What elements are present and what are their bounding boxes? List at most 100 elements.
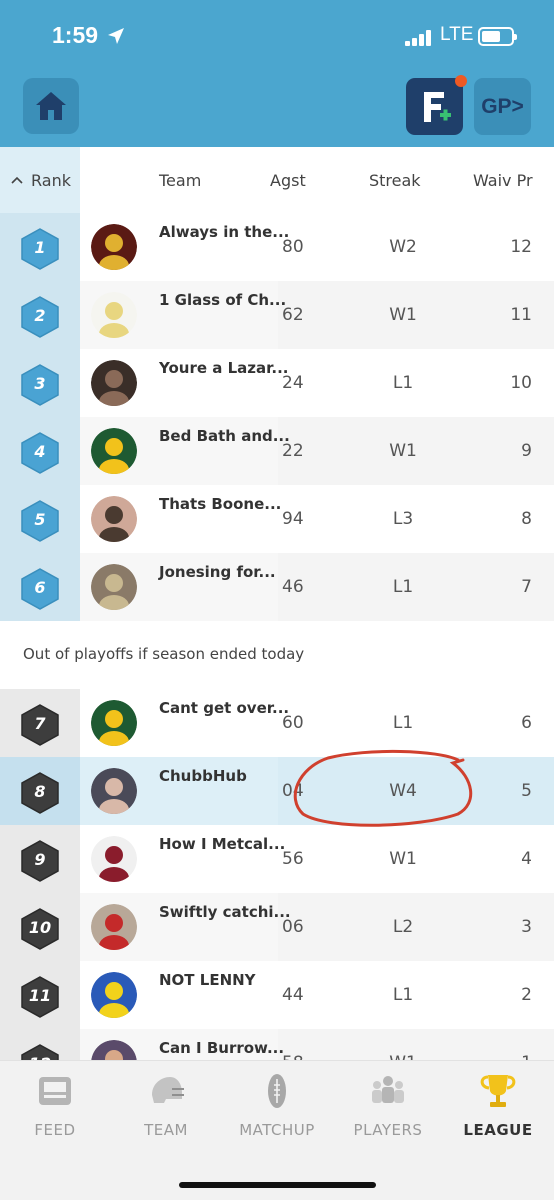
team-name: NOT LENNY	[159, 971, 256, 989]
sort-asc-icon	[11, 176, 23, 184]
header-rank[interactable]: Rank	[31, 171, 71, 190]
streak-value: W4	[389, 781, 417, 801]
team-cell[interactable]: NOT LENNY	[80, 961, 278, 1029]
waiver-priority-value: 7	[521, 577, 532, 597]
rank-number: 5	[34, 510, 46, 529]
streak-value: L1	[392, 373, 414, 393]
team-avatar	[91, 1040, 137, 1060]
rank-number: 1	[34, 238, 46, 257]
rank-cell: 4	[0, 417, 80, 485]
tab-matchup[interactable]: MATCHUP	[222, 1061, 332, 1161]
avg-value: 24	[282, 373, 304, 393]
battery-icon	[478, 27, 517, 46]
team-cell[interactable]: 1 Glass of Ch...	[80, 281, 286, 349]
tab-label: LEAGUE	[463, 1121, 533, 1139]
team-cell[interactable]: Jonesing for...	[80, 553, 278, 621]
team-avatar	[91, 904, 137, 950]
waiver-priority-value: 10	[510, 373, 532, 393]
rank-cell: 3	[0, 349, 80, 417]
table-header: Rank Team Agst Streak Waiv Pr	[0, 147, 554, 213]
fantasy-plus-button[interactable]	[406, 78, 463, 135]
team-cell[interactable]: Youre a Lazar...	[80, 349, 289, 417]
tab-league[interactable]: LEAGUE	[443, 1061, 553, 1161]
table-row[interactable]: 1 Always in the... 80 W2 12	[0, 213, 554, 281]
waiver-priority-value: 4	[521, 849, 532, 869]
header-team[interactable]: Team	[159, 171, 201, 190]
table-row[interactable]: 10 Swiftly catchi... 06 L2 3	[0, 893, 554, 961]
avg-value: 46	[282, 577, 304, 597]
home-button[interactable]	[23, 78, 79, 134]
table-row[interactable]: 4 Bed Bath and... 22 W1 9	[0, 417, 554, 485]
tab-players[interactable]: PLAYERS	[333, 1061, 443, 1161]
header-waiver[interactable]: Waiv Pr	[473, 171, 533, 190]
rank-number: 6	[34, 578, 46, 597]
tab-team[interactable]: TEAM	[111, 1061, 221, 1161]
team-avatar	[91, 360, 137, 406]
streak-value: W1	[389, 305, 417, 325]
table-row[interactable]: 2 1 Glass of Ch... 62 W1 11	[0, 281, 554, 349]
rank-cell: 2	[0, 281, 80, 349]
waiver-priority-value: 5	[521, 781, 532, 801]
team-avatar	[91, 292, 137, 338]
table-row[interactable]: 7 Cant get over... 60 L1 6	[0, 689, 554, 757]
rank-number: 10	[28, 918, 52, 937]
team-cell[interactable]: Bed Bath and...	[80, 417, 290, 485]
standings-table[interactable]: Rank Team Agst Streak Waiv Pr 1 Always in…	[0, 147, 554, 1060]
tab-label: PLAYERS	[353, 1121, 423, 1139]
table-row[interactable]: 11 NOT LENNY 44 L1 2	[0, 961, 554, 1029]
tab-label: MATCHUP	[239, 1121, 315, 1139]
avg-value: 62	[282, 305, 304, 325]
team-avatar	[91, 972, 137, 1018]
team-name: Can I Burrow...	[159, 1039, 285, 1057]
team-name: 1 Glass of Ch...	[159, 291, 287, 309]
bottom-tab-bar: FEED TEAM MATCHUP PLAYERS LEAGUE	[0, 1060, 554, 1200]
location-arrow-icon	[108, 28, 124, 44]
rank-cell: 9	[0, 825, 80, 893]
table-row[interactable]: 6 Jonesing for... 46 L1 7	[0, 553, 554, 621]
playoff-cutoff-label: Out of playoffs if season ended today	[23, 645, 305, 663]
team-avatar	[91, 700, 137, 746]
home-indicator	[179, 1182, 376, 1188]
streak-value: L3	[392, 509, 414, 529]
team-avatar	[91, 224, 137, 270]
team-cell[interactable]: Can I Burrow...	[80, 1029, 284, 1060]
team-cell[interactable]: ChubbHub	[80, 757, 278, 825]
table-row[interactable]: 3 Youre a Lazar... 24 L1 10	[0, 349, 554, 417]
header-avg[interactable]: Agst	[270, 171, 306, 190]
streak-value: W1	[360, 1053, 446, 1060]
rank-cell: 5	[0, 485, 80, 553]
header-streak[interactable]: Streak	[369, 171, 421, 190]
gp-button[interactable]: GP>	[474, 78, 531, 135]
team-name: Youre a Lazar...	[159, 359, 289, 377]
waiver-priority-value: 6	[521, 713, 532, 733]
team-cell[interactable]: Cant get over...	[80, 689, 289, 757]
waiver-priority-value: 2	[521, 985, 532, 1005]
fantasy-plus-icon	[423, 91, 451, 122]
table-row[interactable]: 5 Thats Boone... 94 L3 8	[0, 485, 554, 553]
tab-feed[interactable]: FEED	[0, 1061, 110, 1161]
rank-number: 11	[28, 986, 52, 1005]
table-row[interactable]: 9 How I Metcal... 56 W1 4	[0, 825, 554, 893]
avg-value: 58	[282, 1053, 304, 1060]
notification-dot	[455, 75, 467, 87]
team-avatar	[91, 496, 137, 542]
team-cell[interactable]: Swiftly catchi...	[80, 893, 291, 961]
team-cell[interactable]: Always in the...	[80, 213, 289, 281]
avg-value: 56	[282, 849, 304, 869]
team-avatar	[91, 428, 137, 474]
table-row[interactable]: 12 Can I Burrow...58 W1 1	[0, 1029, 554, 1060]
team-cell[interactable]: Thats Boone...	[80, 485, 281, 553]
team-cell[interactable]: How I Metcal...	[80, 825, 285, 893]
rank-number: 7	[34, 714, 46, 733]
home-icon	[36, 92, 66, 120]
team-avatar	[91, 564, 137, 610]
helmet-icon	[152, 1077, 184, 1103]
status-time: 1:59	[52, 22, 99, 48]
streak-value: L2	[392, 917, 414, 937]
rank-number: 4	[34, 442, 46, 461]
streak-value: L1	[392, 985, 414, 1005]
table-row[interactable]: 8 ChubbHub 04 W4 5	[0, 757, 554, 825]
waiver-priority-value: 8	[521, 509, 532, 529]
waiver-priority-value: 12	[510, 237, 532, 257]
streak-value: L1	[392, 713, 414, 733]
